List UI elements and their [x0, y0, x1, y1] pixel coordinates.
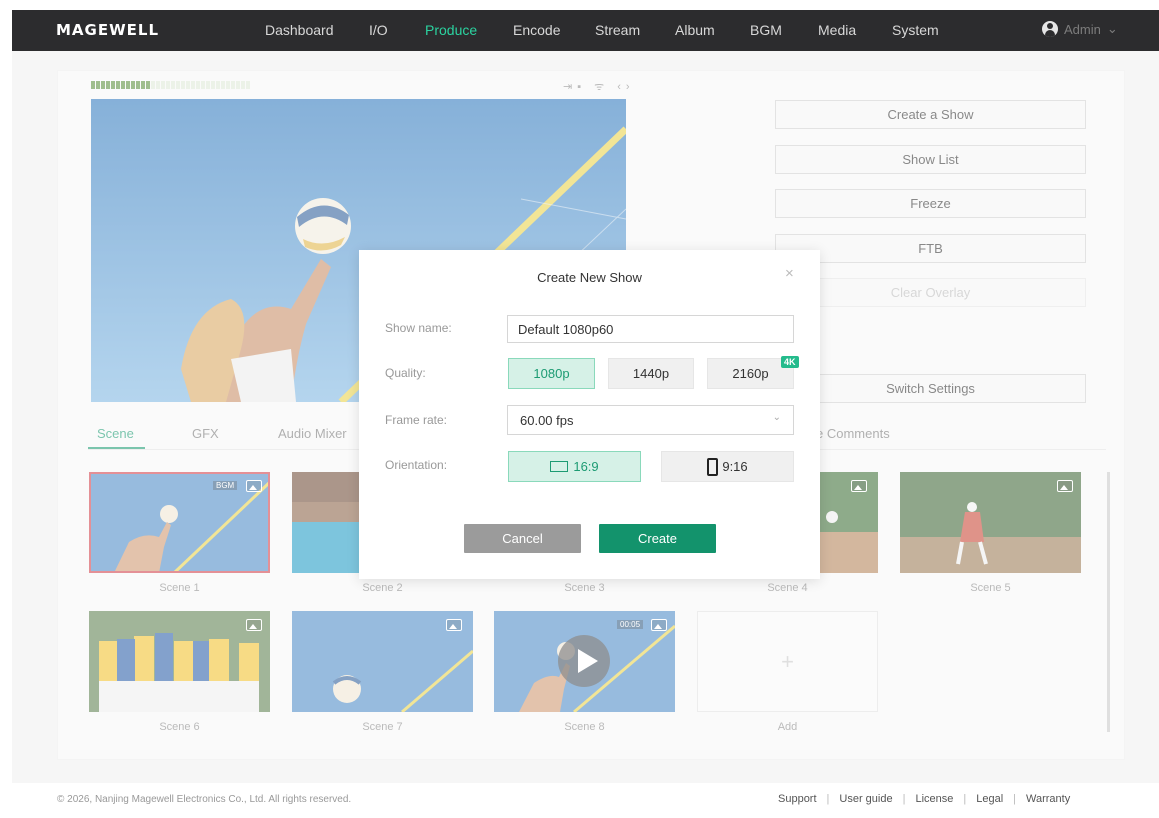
user-menu[interactable]: Admin ⌄	[1042, 21, 1118, 37]
nav-stream[interactable]: Stream	[595, 22, 640, 38]
footer-links: Support | User guide | License | Legal |…	[778, 793, 1070, 805]
show-name-input[interactable]	[507, 315, 794, 343]
create-button[interactable]: Create	[599, 524, 716, 553]
portrait-icon	[707, 457, 719, 476]
footer-link-user-guide[interactable]: User guide	[839, 793, 892, 805]
footer-separator: |	[902, 793, 906, 805]
footer-copyright: © 2026, Nanjing Magewell Electronics Co.…	[57, 794, 352, 805]
top-navigation-bar: MAGEWELL Dashboard I/O Produce Encode St…	[12, 10, 1159, 51]
orientation-9-16-label: 9:16	[722, 459, 748, 474]
footer-separator: |	[963, 793, 967, 805]
close-icon[interactable]: ×	[785, 265, 794, 282]
magewell-logo: MAGEWELL	[56, 21, 160, 39]
nav-album[interactable]: Album	[675, 22, 715, 38]
footer-link-license[interactable]: License	[915, 793, 953, 805]
nav-produce[interactable]: Produce	[425, 22, 477, 38]
user-name: Admin	[1064, 21, 1101, 37]
cancel-button[interactable]: Cancel	[464, 524, 581, 553]
frame-rate-label: Frame rate:	[385, 413, 448, 427]
orientation-label: Orientation:	[385, 458, 448, 472]
frame-rate-value: 60.00 fps	[520, 412, 574, 428]
create-new-show-dialog: Create New Show × Show name: Quality: 10…	[359, 250, 820, 579]
chevron-down-icon: ⌄	[1106, 21, 1118, 36]
chevron-down-icon: ⌄	[772, 412, 781, 423]
footer-link-legal[interactable]: Legal	[976, 793, 1003, 805]
footer-separator: |	[1013, 793, 1017, 805]
quality-option-1440p[interactable]: 1440p	[608, 358, 694, 389]
orientation-16-9-label: 16:9	[573, 459, 599, 474]
quality-option-1080p[interactable]: 1080p	[508, 358, 595, 389]
nav-media[interactable]: Media	[818, 22, 856, 38]
footer-link-warranty[interactable]: Warranty	[1026, 793, 1070, 805]
footer-separator: |	[826, 793, 830, 805]
footer-link-support[interactable]: Support	[778, 793, 817, 805]
landscape-icon	[550, 461, 569, 472]
quality-label: Quality:	[385, 366, 426, 380]
nav-bgm[interactable]: BGM	[750, 22, 782, 38]
orientation-option-16-9[interactable]: 16:9	[508, 451, 641, 482]
nav-io[interactable]: I/O	[369, 22, 388, 38]
user-avatar-icon	[1042, 21, 1058, 37]
show-name-label: Show name:	[385, 321, 452, 335]
dialog-title: Create New Show	[537, 270, 642, 285]
4k-badge: 4K	[781, 356, 799, 368]
frame-rate-select[interactable]: 60.00 fps ⌄	[507, 405, 794, 435]
nav-system[interactable]: System	[892, 22, 939, 38]
orientation-option-9-16[interactable]: 9:16	[661, 451, 794, 482]
nav-dashboard[interactable]: Dashboard	[265, 22, 334, 38]
nav-encode[interactable]: Encode	[513, 22, 560, 38]
